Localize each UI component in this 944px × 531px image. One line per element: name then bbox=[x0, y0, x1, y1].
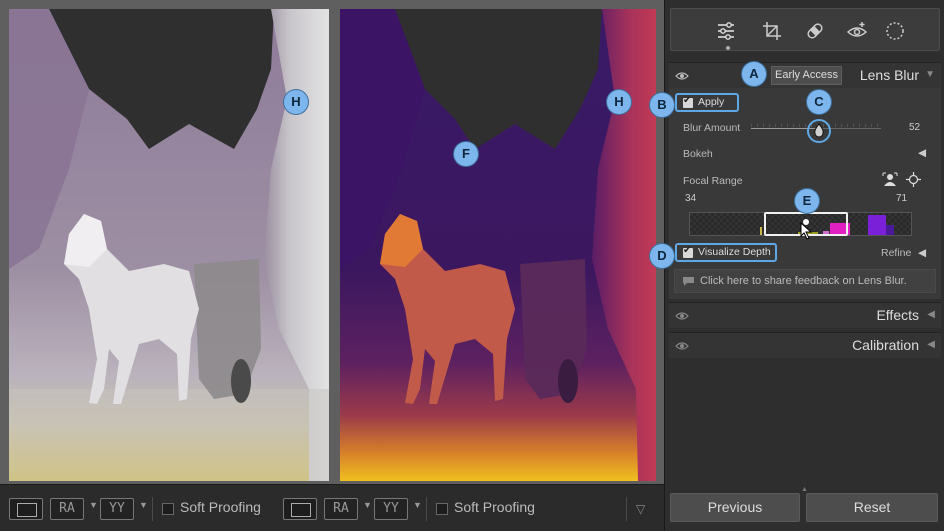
chevron-left-icon[interactable]: ◀ bbox=[927, 339, 935, 350]
redeye-icon[interactable] bbox=[846, 20, 868, 42]
feedback-text[interactable]: Click here to share feedback on Lens Blu… bbox=[700, 275, 907, 287]
apply-label: Apply bbox=[698, 96, 725, 108]
focal-max-value: 71 bbox=[896, 193, 908, 204]
effects-title: Effects bbox=[876, 307, 919, 323]
panel-footer: Previous Reset bbox=[669, 493, 941, 523]
blur-amount-label: Blur Amount bbox=[683, 122, 741, 134]
visualize-depth-checkbox[interactable] bbox=[683, 245, 693, 258]
image-viewer[interactable]: H F H bbox=[0, 0, 664, 484]
tool-strip bbox=[670, 8, 940, 51]
blur-amount-thumb[interactable] bbox=[806, 119, 831, 143]
panel-collapse-icon[interactable]: ▲ bbox=[801, 486, 808, 493]
chevron-left-icon[interactable]: ◀ bbox=[927, 309, 935, 320]
toolbar-divider bbox=[152, 497, 153, 521]
swap-button[interactable]: YY bbox=[100, 498, 134, 520]
point-focus-icon[interactable] bbox=[906, 172, 921, 187]
develop-panel: Lens Blur ▼ Early Access A Apply Blur Am… bbox=[650, 0, 944, 531]
apply-checkbox[interactable] bbox=[683, 95, 693, 108]
sliders-icon[interactable] bbox=[715, 20, 737, 42]
lens-blur-title: Lens Blur bbox=[859, 67, 919, 83]
toolbar-divider bbox=[626, 497, 627, 521]
active-tool-indicator bbox=[726, 46, 730, 50]
healing-icon[interactable] bbox=[804, 20, 826, 42]
callout-f: F bbox=[454, 142, 478, 166]
histogram-bar bbox=[760, 227, 762, 235]
view-mode-button[interactable] bbox=[9, 498, 43, 520]
histogram-bar bbox=[868, 215, 886, 235]
chevron-down-icon[interactable]: ▼ bbox=[139, 500, 148, 520]
focal-min-value: 34 bbox=[685, 193, 697, 204]
bottom-toolbar: RA ▼ YY ▼ Soft Proofing RA ▼ YY ▼ Soft P… bbox=[0, 484, 664, 531]
chevron-down-icon[interactable]: ▼ bbox=[363, 500, 372, 520]
callout-b: B bbox=[650, 93, 674, 117]
toolbar-divider bbox=[426, 497, 427, 521]
visualize-depth-label: Visualize Depth bbox=[698, 246, 771, 258]
eye-icon[interactable] bbox=[675, 70, 689, 82]
soft-proofing-label-2: Soft Proofing bbox=[454, 499, 535, 515]
callout-a: A bbox=[742, 62, 766, 86]
callout-h-left: H bbox=[284, 90, 308, 114]
calibration-header[interactable]: Calibration ◀ bbox=[669, 332, 941, 358]
blur-amount-value[interactable]: 52 bbox=[909, 122, 920, 133]
toolbar-menu-icon[interactable]: ▽ bbox=[636, 502, 645, 522]
photo-before[interactable] bbox=[9, 9, 329, 481]
feedback-bar[interactable]: Click here to share feedback on Lens Blu… bbox=[674, 269, 936, 293]
photo-before-image bbox=[9, 9, 329, 481]
before-after-button-2[interactable]: RA bbox=[324, 498, 358, 520]
subject-focus-icon[interactable] bbox=[882, 172, 898, 187]
chevron-down-icon[interactable]: ▼ bbox=[925, 69, 935, 80]
soft-proofing-checkbox-2[interactable] bbox=[436, 503, 448, 515]
view-mode-button-2[interactable] bbox=[283, 498, 317, 520]
depth-map-image bbox=[340, 9, 656, 481]
soft-proofing-label: Soft Proofing bbox=[180, 499, 261, 515]
swap-button-2[interactable]: YY bbox=[374, 498, 408, 520]
focal-range-label: Focal Range bbox=[683, 175, 743, 187]
refine-label[interactable]: Refine bbox=[881, 247, 911, 259]
early-access-badge: Early Access bbox=[771, 66, 842, 85]
reset-button[interactable]: Reset bbox=[806, 493, 938, 522]
chevron-down-icon[interactable]: ▼ bbox=[89, 500, 98, 520]
bokeh-label: Bokeh bbox=[683, 148, 713, 160]
callout-h-right: H bbox=[607, 90, 631, 114]
refine-expand-icon[interactable]: ◀ bbox=[918, 247, 926, 259]
eye-icon[interactable] bbox=[675, 310, 689, 322]
cursor-icon bbox=[800, 222, 813, 240]
callout-e: E bbox=[795, 189, 819, 213]
bokeh-expand-icon[interactable]: ◀ bbox=[918, 147, 926, 159]
comment-icon bbox=[683, 277, 694, 286]
histogram-bar bbox=[886, 225, 894, 235]
chevron-down-icon[interactable]: ▼ bbox=[413, 500, 422, 520]
eye-icon[interactable] bbox=[675, 340, 689, 352]
callout-c: C bbox=[807, 90, 831, 114]
before-after-button[interactable]: RA bbox=[50, 498, 84, 520]
callout-d: D bbox=[650, 244, 674, 268]
effects-header[interactable]: Effects ◀ bbox=[669, 302, 941, 328]
droplet-icon bbox=[813, 123, 824, 138]
calibration-title: Calibration bbox=[852, 337, 919, 353]
soft-proofing-checkbox[interactable] bbox=[162, 503, 174, 515]
masking-icon[interactable] bbox=[884, 20, 906, 42]
previous-button[interactable]: Previous bbox=[670, 493, 800, 522]
crop-icon[interactable] bbox=[761, 20, 783, 42]
photo-depth-map[interactable] bbox=[340, 9, 656, 481]
